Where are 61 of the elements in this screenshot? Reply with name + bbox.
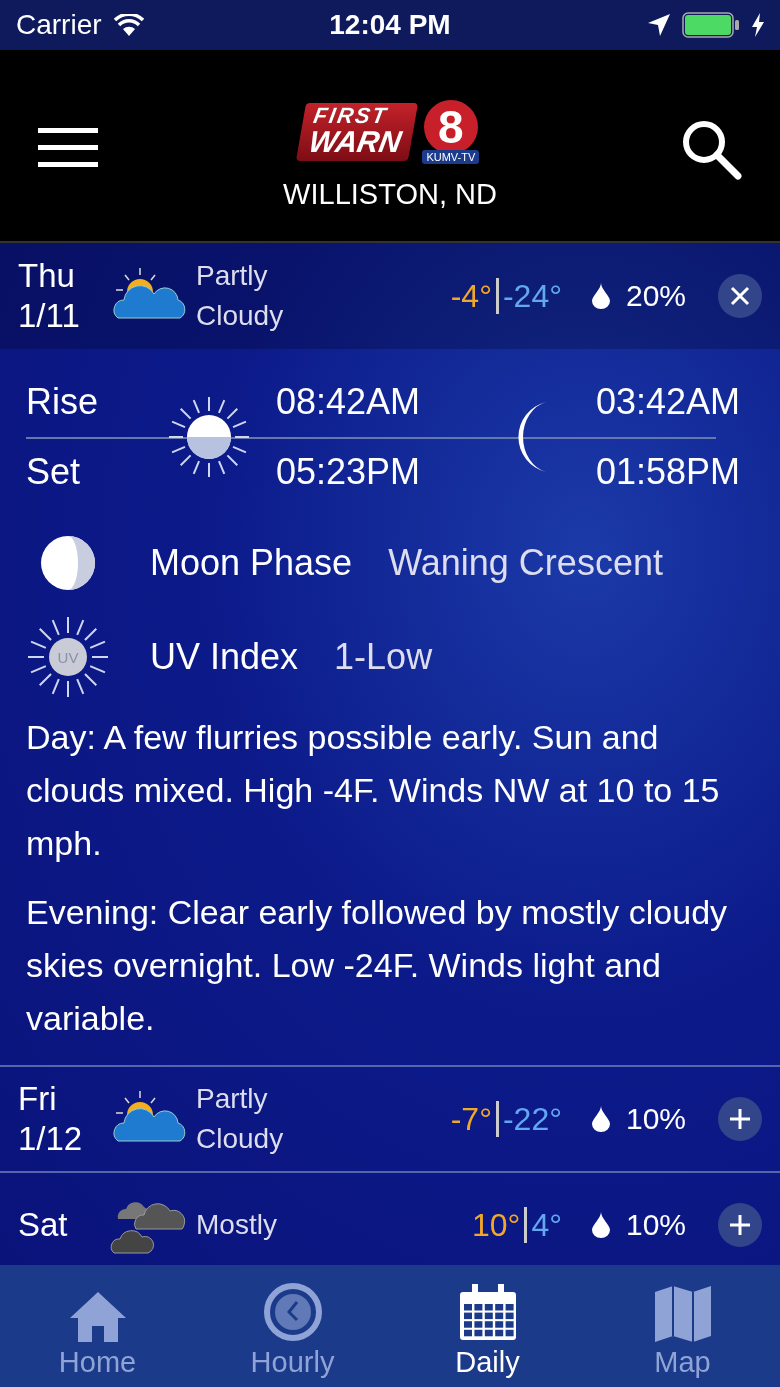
close-button[interactable] xyxy=(718,274,762,318)
clock-time: 12:04 PM xyxy=(329,9,451,41)
expand-button[interactable] xyxy=(718,1203,762,1247)
map-icon xyxy=(652,1286,713,1342)
calendar-icon xyxy=(457,1284,518,1342)
tab[interactable]: Map xyxy=(585,1265,780,1387)
high-temp: -4° xyxy=(450,277,492,315)
high-temp: 10° xyxy=(472,1206,521,1244)
moonset-time: 01:58PM xyxy=(596,450,742,494)
plus-icon xyxy=(729,1214,751,1236)
sunset-time: 05:23PM xyxy=(276,450,422,494)
uv-index-value: 1-Low xyxy=(334,636,433,678)
set-label: Set xyxy=(26,450,82,494)
low-temp: -22° xyxy=(502,1100,562,1138)
close-icon xyxy=(730,286,750,306)
raindrop-icon xyxy=(592,1106,610,1132)
station-label: KUMV-TV xyxy=(422,150,480,164)
condition-text: Partly Cloudy xyxy=(196,259,285,333)
day-name: Fri xyxy=(18,1079,58,1119)
sunrise-time: 08:42AM xyxy=(276,380,422,424)
sun-rays-icon xyxy=(26,615,110,699)
condition-text: Mostly xyxy=(196,1208,278,1242)
condition-text: Partly Cloudy xyxy=(196,1082,285,1156)
day-name: Thu xyxy=(18,256,76,296)
search-icon[interactable] xyxy=(680,118,742,180)
low-temp: 4° xyxy=(531,1206,562,1244)
precip-chance: 20% xyxy=(626,279,687,313)
first-warn-logo: FIRST WARN xyxy=(295,103,418,161)
tab[interactable]: Home xyxy=(0,1265,195,1387)
day-date: 1/12 xyxy=(18,1119,84,1159)
charging-icon xyxy=(752,13,764,37)
forecast-text: Evening: Clear early followed by mostly cloudy skies overnight. Low -24F. Winds light and variable. xyxy=(26,892,729,1039)
location-arrow-icon xyxy=(648,14,670,36)
moonrise-time: 03:42AM xyxy=(596,380,742,424)
expand-button[interactable] xyxy=(718,1097,762,1141)
tab[interactable]: Hourly xyxy=(195,1265,390,1387)
day-row[interactable]: Thu 1/11 Partly Cloudy -4° -24° 20% xyxy=(0,243,780,349)
location-title: WILLISTON, ND xyxy=(283,178,497,211)
high-temp: -7° xyxy=(450,1100,492,1138)
clock-icon xyxy=(262,1282,323,1342)
low-temp: -24° xyxy=(502,277,562,315)
moon-phase-label: Moon Phase xyxy=(150,542,353,584)
wifi-icon xyxy=(113,14,144,36)
sun-icon xyxy=(166,394,252,480)
plus-icon xyxy=(729,1108,751,1130)
moon-phase-value: Waning Crescent xyxy=(388,542,663,584)
precip-chance: 10% xyxy=(626,1102,687,1136)
carrier-label: Carrier xyxy=(16,9,102,41)
day-date: 1/11 xyxy=(18,296,81,336)
tab[interactable]: Daily xyxy=(390,1265,585,1387)
menu-icon[interactable] xyxy=(38,128,98,168)
precip-chance: 10% xyxy=(626,1208,687,1242)
uv-index-label: UV Index xyxy=(150,636,299,678)
battery-icon xyxy=(682,12,740,38)
forecast-text: Day: A few flurries possible early. Sun and clouds mixed. High -4F. Winds NW at 10 to 15 mph. xyxy=(26,717,721,864)
raindrop-icon xyxy=(592,283,610,309)
day-row[interactable]: Fri 1/12 Partly Cloudy -7° -22° 10% xyxy=(0,1067,780,1173)
rise-label: Rise xyxy=(26,380,100,424)
uv-icon: UV xyxy=(49,638,87,676)
day-name: Sat xyxy=(18,1205,69,1245)
raindrop-icon xyxy=(592,1212,610,1238)
